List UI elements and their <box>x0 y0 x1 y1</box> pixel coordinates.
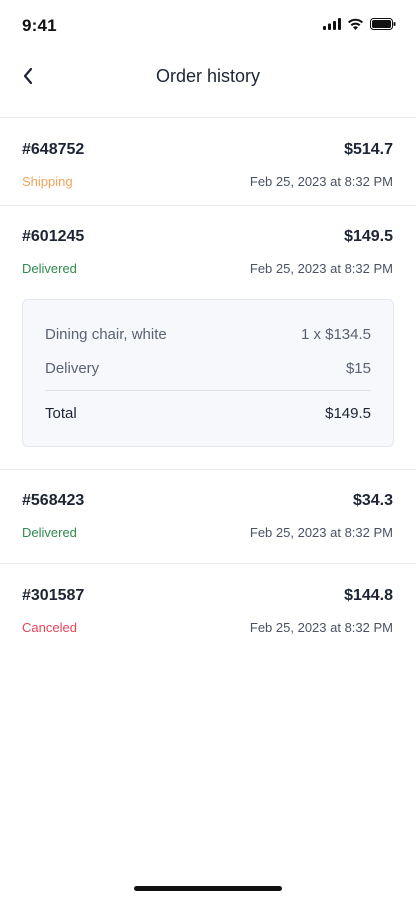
order-status: Delivered <box>22 525 77 540</box>
order-date: Feb 25, 2023 at 8:32 PM <box>249 261 393 276</box>
status-bar: 9:41 <box>0 0 416 50</box>
delivery-value: $15 <box>345 360 371 377</box>
signal-icon <box>323 18 341 30</box>
order-date: Feb 25, 2023 at 8:32 PM <box>249 525 393 540</box>
order-status: Delivered <box>22 261 77 276</box>
home-indicator <box>134 886 282 891</box>
order-row[interactable]: #301587 $144.8 Canceled Feb 25, 2023 at … <box>0 587 416 637</box>
divider <box>0 117 416 118</box>
order-total: $149.5 <box>344 228 393 245</box>
status-time: 9:41 <box>22 16 57 35</box>
order-id: #648752 <box>22 141 85 158</box>
order-details-card: Dining chair, white 1 x $134.5 Delivery … <box>22 299 394 447</box>
order-total: $514.7 <box>344 141 393 158</box>
item-value: 1 x $134.5 <box>300 326 371 343</box>
nav-bar: Order history <box>0 56 416 100</box>
page-title: Order history <box>155 66 261 86</box>
order-id: #568423 <box>22 492 85 509</box>
order-row[interactable]: #648752 $514.7 Shipping Feb 25, 2023 at … <box>0 141 416 191</box>
details-divider <box>45 390 371 391</box>
order-id: #601245 <box>22 228 85 245</box>
order-date: Feb 25, 2023 at 8:32 PM <box>249 174 393 189</box>
wifi-icon <box>347 18 364 30</box>
total-value: $149.5 <box>325 405 371 422</box>
delivery-label: Delivery <box>45 360 100 377</box>
divider <box>0 469 416 470</box>
order-id: #301587 <box>22 587 85 604</box>
order-status: Canceled <box>22 620 77 635</box>
order-status: Shipping <box>22 174 73 189</box>
total-label: Total <box>45 405 77 422</box>
item-name: Dining chair, white <box>45 326 167 343</box>
order-total: $144.8 <box>344 587 393 604</box>
order-row[interactable]: #601245 $149.5 Delivered Feb 25, 2023 at… <box>0 228 416 278</box>
divider <box>0 563 416 564</box>
battery-icon <box>370 18 396 30</box>
order-row[interactable]: #568423 $34.3 Delivered Feb 25, 2023 at … <box>0 492 416 542</box>
divider <box>0 205 416 206</box>
order-date: Feb 25, 2023 at 8:32 PM <box>249 620 393 635</box>
order-total: $34.3 <box>352 492 393 509</box>
status-icons <box>323 18 396 30</box>
